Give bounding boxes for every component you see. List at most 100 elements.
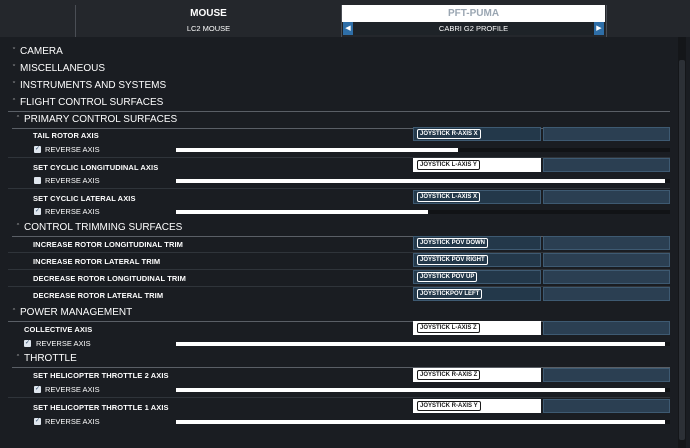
binding-slot-primary[interactable]: JOYSTICK POV DOWN bbox=[413, 236, 541, 250]
chevron-up-icon: ˆ bbox=[16, 355, 20, 362]
device-column-mouse[interactable]: MOUSE LC2 MOUSE bbox=[76, 5, 341, 35]
device-title: MOUSE bbox=[190, 8, 227, 19]
category-flight-control[interactable]: ˆ FLIGHT CONTROL SURFACES bbox=[8, 94, 670, 112]
binding-key: JOYSTICK L-AXIS X bbox=[417, 192, 481, 202]
chevron-right-icon[interactable]: ▶ bbox=[594, 22, 604, 35]
binding-slot-secondary[interactable] bbox=[543, 399, 670, 413]
binding-slot-secondary[interactable] bbox=[543, 253, 670, 267]
chevron-down-icon: ˇ bbox=[12, 65, 16, 72]
axis-level-fill bbox=[176, 420, 666, 424]
binding-slot-primary[interactable]: JOYSTICK R-AXIS Y bbox=[413, 399, 541, 413]
binding-slot-secondary[interactable] bbox=[543, 158, 670, 172]
binding-slot-primary[interactable]: JOYSTICK POV UP bbox=[413, 270, 541, 284]
axis-level-bar bbox=[176, 420, 670, 424]
subcategory-trimming[interactable]: ˆ CONTROL TRIMMING SURFACES bbox=[12, 219, 670, 237]
binding-slot-secondary[interactable] bbox=[543, 270, 670, 284]
axis-level-bar bbox=[176, 210, 670, 214]
reverse-axis-label: REVERSE AXIS bbox=[45, 207, 100, 216]
profile-selector[interactable]: ◀ CABRI G2 PROFILE ▶ bbox=[342, 22, 605, 35]
binding-slot-secondary[interactable] bbox=[543, 321, 670, 335]
binding-label: SET CYCLIC LATERAL AXIS bbox=[33, 193, 136, 203]
binding-slot-primary[interactable]: JOYSTICK L-AXIS Z bbox=[413, 321, 541, 335]
binding-slot-secondary[interactable] bbox=[543, 190, 670, 204]
binding-label: COLLECTIVE AXIS bbox=[24, 324, 93, 334]
binding-label: DECREASE ROTOR LATERAL TRIM bbox=[33, 290, 164, 300]
scrollbar-thumb[interactable] bbox=[679, 60, 685, 440]
chevron-up-icon: ˆ bbox=[16, 224, 20, 231]
chevron-down-icon: ˇ bbox=[12, 82, 16, 89]
subcategory-throttle[interactable]: ˆ THROTTLE bbox=[12, 350, 670, 368]
binding-key: JOYSTICK R-AXIS Y bbox=[417, 401, 481, 411]
category-miscellaneous[interactable]: ˇ MISCELLANEOUS bbox=[8, 60, 670, 77]
reverse-axis-checkbox[interactable]: ✓ bbox=[34, 418, 41, 425]
reverse-axis-label: REVERSE AXIS bbox=[45, 417, 100, 426]
axis-level-fill bbox=[176, 388, 666, 392]
binding-slot-secondary[interactable] bbox=[543, 236, 670, 250]
binding-key: JOYSTICKPOV LEFT bbox=[417, 289, 483, 299]
device-profile: CABRI G2 PROFILE bbox=[438, 24, 509, 33]
binding-slot-secondary[interactable] bbox=[543, 127, 670, 141]
reverse-axis-label: REVERSE AXIS bbox=[45, 176, 100, 185]
category-label: INSTRUMENTS AND SYSTEMS bbox=[20, 80, 167, 91]
category-label: THROTTLE bbox=[24, 353, 77, 364]
binding-label: DECREASE ROTOR LONGITUDINAL TRIM bbox=[33, 273, 186, 283]
binding-key: JOYSTICK R-AXIS Z bbox=[417, 370, 481, 380]
category-label: CAMERA bbox=[20, 46, 63, 57]
binding-key: JOYSTICK POV UP bbox=[417, 272, 478, 282]
reverse-axis-label: REVERSE AXIS bbox=[45, 145, 100, 154]
binding-label: INCREASE ROTOR LONGITUDINAL TRIM bbox=[33, 239, 184, 249]
row-divider bbox=[8, 397, 670, 398]
binding-label: SET CYCLIC LONGITUDINAL AXIS bbox=[33, 162, 159, 172]
binding-label: INCREASE ROTOR LATERAL TRIM bbox=[33, 256, 161, 266]
binding-slot-primary[interactable]: JOYSTICK POV RIGHT bbox=[413, 253, 541, 267]
binding-slot-primary[interactable]: JOYSTICKPOV LEFT bbox=[413, 287, 541, 301]
axis-level-bar bbox=[176, 179, 670, 183]
binding-label: SET HELICOPTER THROTTLE 2 AXIS bbox=[33, 370, 169, 380]
reverse-axis-checkbox[interactable]: ✓ bbox=[34, 208, 41, 215]
binding-slot-primary[interactable]: JOYSTICK L-AXIS Y bbox=[413, 158, 541, 172]
category-power-management[interactable]: ˆ POWER MANAGEMENT bbox=[8, 304, 670, 322]
reverse-axis-checkbox[interactable]: ✓ bbox=[24, 340, 31, 347]
reverse-axis-checkbox[interactable]: ✓ bbox=[34, 146, 41, 153]
reverse-axis-checkbox[interactable]: ✓ bbox=[34, 386, 41, 393]
chevron-down-icon: ˇ bbox=[12, 48, 16, 55]
binding-key: JOYSTICK POV DOWN bbox=[417, 238, 489, 248]
binding-label: SET HELICOPTER THROTTLE 1 AXIS bbox=[33, 402, 169, 412]
binding-slot-primary[interactable]: JOYSTICK R-AXIS Z bbox=[413, 368, 541, 382]
binding-slot-secondary[interactable] bbox=[543, 287, 670, 301]
chevron-left-icon[interactable]: ◀ bbox=[343, 22, 353, 35]
chevron-up-icon: ˆ bbox=[16, 116, 20, 123]
category-label: POWER MANAGEMENT bbox=[20, 307, 133, 318]
reverse-axis-label: REVERSE AXIS bbox=[45, 385, 100, 394]
axis-level-bar bbox=[176, 388, 670, 392]
binding-key: JOYSTICK R-AXIS X bbox=[417, 129, 481, 139]
category-label: MISCELLANEOUS bbox=[20, 63, 106, 74]
category-label: CONTROL TRIMMING SURFACES bbox=[24, 222, 183, 233]
axis-level-fill bbox=[176, 210, 428, 214]
category-instruments[interactable]: ˇ INSTRUMENTS AND SYSTEMS bbox=[8, 77, 670, 94]
axis-level-fill bbox=[176, 148, 458, 152]
category-label: FLIGHT CONTROL SURFACES bbox=[20, 97, 164, 108]
row-divider bbox=[8, 188, 670, 189]
binding-label: TAIL ROTOR AXIS bbox=[33, 130, 99, 140]
binding-slot-primary[interactable]: JOYSTICK L-AXIS X bbox=[413, 190, 541, 204]
controls-header: MOUSE LC2 MOUSE PFT-PUMA ◀ CABRI G2 PROF… bbox=[0, 0, 690, 37]
binding-key: JOYSTICK POV RIGHT bbox=[417, 255, 488, 265]
reverse-axis-checkbox[interactable] bbox=[34, 177, 41, 184]
binding-slot-secondary[interactable] bbox=[543, 368, 670, 382]
device-title: PFT-PUMA bbox=[342, 5, 605, 22]
category-label: PRIMARY CONTROL SURFACES bbox=[24, 114, 178, 125]
axis-level-bar bbox=[176, 148, 670, 152]
axis-level-fill bbox=[176, 179, 666, 183]
axis-level-fill bbox=[176, 342, 666, 346]
chevron-up-icon: ˆ bbox=[12, 309, 16, 316]
binding-key: JOYSTICK L-AXIS Z bbox=[417, 323, 480, 333]
category-camera[interactable]: ˇ CAMERA bbox=[8, 43, 670, 60]
chevron-up-icon: ˆ bbox=[12, 99, 16, 106]
axis-level-bar bbox=[176, 342, 670, 346]
binding-key: JOYSTICK L-AXIS Y bbox=[417, 160, 480, 170]
bindings-list: ˇ CAMERA ˇ MISCELLANEOUS ˇ INSTRUMENTS A… bbox=[8, 41, 670, 448]
device-column-joystick[interactable]: PFT-PUMA ◀ CABRI G2 PROFILE ▶ bbox=[342, 5, 605, 35]
binding-slot-primary[interactable]: JOYSTICK R-AXIS X bbox=[413, 127, 541, 141]
header-divider bbox=[606, 5, 607, 37]
